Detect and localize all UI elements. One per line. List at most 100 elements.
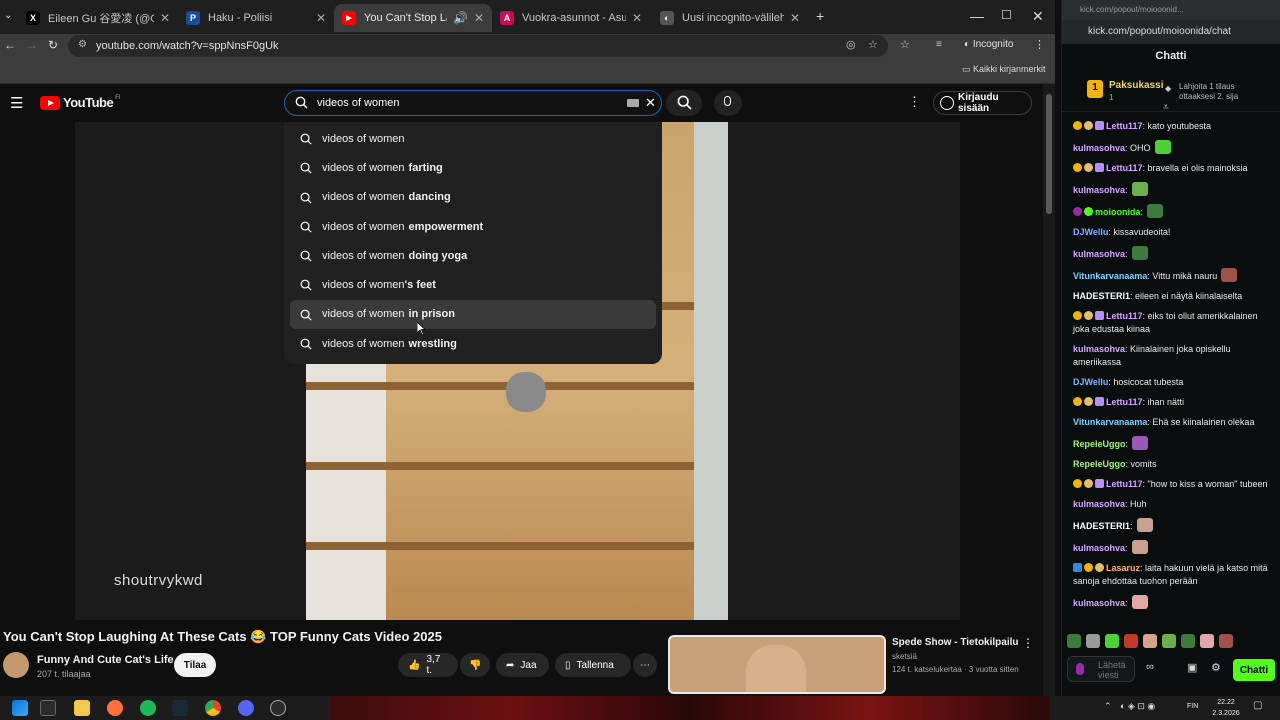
chat-username[interactable]: Lasaruz [1106, 563, 1140, 573]
chat-username[interactable]: Lettu117 [1106, 311, 1143, 321]
chat-username[interactable]: Lettu117 [1106, 397, 1143, 407]
emote-icon[interactable] [1086, 634, 1100, 648]
chat-username[interactable]: RepeleUggo [1073, 459, 1126, 469]
url-text[interactable]: youtube.com/watch?v=sppNnsF0gUk [96, 40, 279, 52]
tray-icons[interactable]: ◐ ◈ ⊡ ◉ [1120, 701, 1155, 712]
tab-search-icon[interactable]: ⌄ [4, 10, 12, 21]
sign-in-button[interactable]: Kirjaudu sisään [933, 91, 1032, 115]
emote-icon[interactable] [1200, 634, 1214, 648]
related-video-title[interactable]: Spede Show - Tietokilpailu [892, 637, 1019, 648]
chat-users-icon[interactable]: ∞ [1146, 661, 1154, 673]
voice-search-button[interactable] [714, 90, 742, 116]
chat-username[interactable]: Vitunkarvanaama [1073, 417, 1147, 427]
bookmark-star-icon[interactable]: ☆ [868, 38, 878, 51]
dislike-button[interactable]: 👎 [460, 653, 490, 677]
emote-icon[interactable] [1124, 634, 1138, 648]
forward-icon[interactable]: → [26, 38, 38, 52]
chat-username[interactable]: Lettu117 [1106, 163, 1143, 173]
tab-youtube[interactable]: ▶ You Can't Stop Laughing At These Cats … [334, 4, 492, 32]
chat-username[interactable]: Vitunkarvanaama [1073, 271, 1147, 281]
chat-username[interactable]: kulmasohva [1073, 598, 1125, 608]
emote-icon[interactable] [1219, 634, 1233, 648]
kick-address-bar[interactable]: kick.com/popout/moioonida/chat [1062, 20, 1280, 44]
chat-username[interactable]: HADESTERI1 [1073, 291, 1130, 301]
subscribe-button[interactable]: Tilaa [174, 653, 216, 677]
search-query[interactable]: videos of women [317, 97, 400, 109]
input-language[interactable]: FIN [1187, 703, 1198, 710]
share-button[interactable]: ➦ Jaa [496, 653, 549, 677]
chat-username[interactable]: kulmasohva [1073, 344, 1125, 354]
suggestion-item[interactable]: videos of women's feet [284, 270, 662, 299]
emote-picker-icon[interactable] [1076, 663, 1084, 675]
spotify-icon[interactable] [140, 700, 156, 716]
all-bookmarks[interactable]: ▭ Kaikki kirjanmerkit [962, 64, 1046, 75]
clear-search-icon[interactable]: ✕ [645, 95, 656, 111]
search-input[interactable]: videos of women ✕ [284, 90, 662, 116]
windows-start-icon[interactable] [12, 700, 28, 716]
chat-username[interactable]: kulmasohva [1073, 499, 1125, 509]
chrome-icon[interactable] [205, 700, 221, 716]
tab-close-icon[interactable]: ✕ [632, 11, 642, 25]
suggestion-item[interactable]: videos of women [284, 124, 662, 153]
tab-close-icon[interactable]: ✕ [474, 11, 484, 25]
channel-name[interactable]: Funny And Cute Cat's Life [37, 654, 174, 666]
suggestion-item[interactable]: videos of women wrestling [284, 329, 662, 358]
emote-icon[interactable] [1067, 634, 1081, 648]
chat-username[interactable]: Lettu117 [1106, 121, 1143, 131]
tab-incognito[interactable]: ◐ Uusi incognito-välilehti ✕ [652, 4, 808, 32]
bookmarks-icon[interactable]: ☆ [900, 38, 910, 51]
chat-settings-icon[interactable]: ⚙ [1211, 661, 1221, 674]
emote-icon[interactable] [1105, 634, 1119, 648]
eye-off-icon[interactable]: ◎ [846, 38, 856, 51]
steam-icon[interactable] [172, 700, 188, 716]
suggestion-item[interactable]: videos of women empowerment [284, 212, 662, 241]
media-control-icon[interactable]: ≡ [936, 39, 942, 50]
chat-gift-icon[interactable]: ▣ [1187, 661, 1197, 674]
chat-username[interactable]: moioonida [1095, 207, 1141, 217]
back-icon[interactable]: ← [4, 38, 16, 52]
scrollbar-thumb[interactable] [1046, 94, 1052, 214]
related-video-channel[interactable]: sketsiä [892, 652, 917, 661]
emote-icon[interactable] [1162, 634, 1176, 648]
minimize-icon[interactable]: — [970, 8, 984, 24]
chat-username[interactable]: Lettu117 [1106, 479, 1143, 489]
chat-username[interactable]: kulmasohva [1073, 143, 1125, 153]
keyboard-icon[interactable] [627, 99, 639, 107]
file-explorer-icon[interactable] [74, 700, 90, 716]
related-video-thumbnail[interactable] [668, 635, 886, 694]
tab-asuntohaku[interactable]: A Vuokra-asunnot - Asuntohaku ✕ [492, 4, 650, 32]
tray-chevron-icon[interactable]: ⌃ [1104, 701, 1112, 712]
related-more-icon[interactable]: ⋮ [1022, 636, 1034, 650]
notifications-icon[interactable]: ▢ [1253, 700, 1262, 711]
tab-eileen-gu[interactable]: X Eileen Gu 谷愛凌 (@GoEileenGu) ✕ [18, 4, 178, 32]
chat-username[interactable]: DJWellu [1073, 227, 1108, 237]
suggestion-item[interactable]: videos of women doing yoga [284, 241, 662, 270]
pin-collapse-icon[interactable]: ⩡ [1163, 102, 1169, 113]
discord-icon[interactable] [238, 700, 254, 716]
chat-send-button[interactable]: Chatti [1233, 659, 1275, 681]
firefox-icon[interactable] [107, 700, 123, 716]
chat-username[interactable]: DJWellu [1073, 377, 1108, 387]
settings-dots-icon[interactable]: ⋮ [908, 94, 921, 110]
chat-username[interactable]: kulmasohva [1073, 249, 1125, 259]
maximize-icon[interactable]: ☐ [1001, 8, 1012, 22]
tab-close-icon[interactable]: ✕ [790, 11, 800, 25]
tab-close-icon[interactable]: ✕ [160, 11, 170, 25]
omnibox[interactable]: ⚙ youtube.com/watch?v=sppNnsF0gUk ◎ ☆ [68, 35, 888, 57]
search-button[interactable] [666, 90, 702, 116]
suggestion-item[interactable]: videos of women farting [284, 153, 662, 182]
chat-username[interactable]: RepeleUggo [1073, 439, 1126, 449]
channel-avatar[interactable] [3, 652, 29, 678]
chat-username[interactable]: kulmasohva [1073, 185, 1125, 195]
new-tab-icon[interactable]: + [816, 8, 824, 24]
close-window-icon[interactable]: ✕ [1032, 8, 1044, 25]
chat-input[interactable]: Lähetä viesti [1067, 656, 1135, 682]
reload-icon[interactable]: ↻ [48, 38, 58, 52]
menu-dots-icon[interactable]: ⋮ [1034, 38, 1045, 51]
emote-icon[interactable] [1181, 634, 1195, 648]
task-view-icon[interactable] [40, 700, 56, 716]
taskbar-clock[interactable]: 22.22 2.3.2026 [1210, 696, 1242, 719]
hamburger-menu-icon[interactable]: ☰ [10, 94, 23, 112]
suggestion-item[interactable]: videos of women dancing [284, 183, 662, 212]
page-scrollbar[interactable] [1043, 84, 1055, 696]
